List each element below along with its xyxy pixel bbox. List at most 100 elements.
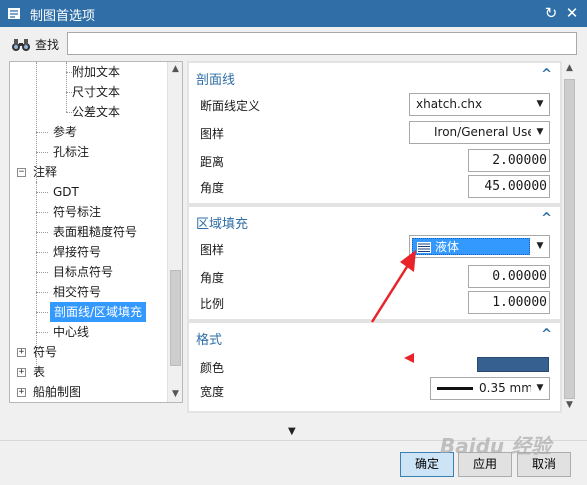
area-fill-pattern-value: 液体 xyxy=(435,240,460,254)
crosshatch-distance-label: 距离 xyxy=(200,155,225,169)
tree-item-symbol-callout[interactable]: 符号标注 xyxy=(53,202,101,222)
crosshatch-pattern-dropdown[interactable]: Iron/General Use ▼ xyxy=(409,121,550,144)
collapse-section-icon[interactable]: ^ xyxy=(541,67,552,82)
crosshatch-pattern-value: Iron/General Use xyxy=(434,125,535,139)
tree-item-table[interactable]: 表 xyxy=(33,362,45,382)
chevron-down-icon: ▼ xyxy=(536,241,544,251)
tree-item-label: 相交符号 xyxy=(53,285,102,299)
format-section-title: 格式 xyxy=(196,333,223,348)
scroll-up-icon[interactable]: ▲ xyxy=(168,62,182,77)
area-fill-scale-label: 比例 xyxy=(200,297,225,311)
liquid-pattern-icon xyxy=(417,242,431,253)
tree-connector xyxy=(36,152,48,153)
expand-icon[interactable]: + xyxy=(17,368,26,377)
collapse-section-icon[interactable]: ^ xyxy=(541,327,552,342)
tree-connector xyxy=(36,292,48,293)
area-fill-angle-input[interactable]: 0.00000 xyxy=(468,265,550,288)
tree-connector xyxy=(36,182,37,332)
tree-item-label: 符号标注 xyxy=(53,205,102,219)
tree-item-label: 公差文本 xyxy=(72,105,121,119)
collapse-icon[interactable]: − xyxy=(17,168,26,177)
crosshatch-angle-label: 角度 xyxy=(200,181,225,195)
tree-item-label: 注释 xyxy=(33,165,58,179)
tree-item-annotation[interactable]: 注释 xyxy=(33,162,57,182)
tree-item-dimension-text[interactable]: 尺寸文本 xyxy=(72,82,120,102)
preferences-tree: 附加文本 尺寸文本 公差文本 参考 孔标注 − 注释 GDT 符号标注 表面粗糙… xyxy=(9,61,183,403)
crosshatch-angle-input[interactable]: 45.00000 xyxy=(468,175,550,198)
line-width-dropdown[interactable]: 0.35 mm ▼ xyxy=(430,377,550,400)
tree-item-gdt[interactable]: GDT xyxy=(53,182,79,202)
collapse-section-icon[interactable]: ^ xyxy=(541,211,552,226)
tree-item-label: 目标点符号 xyxy=(53,265,114,279)
tree-item-target-point[interactable]: 目标点符号 xyxy=(53,262,113,282)
tree-item-label: 船舶制图 xyxy=(33,385,82,399)
area-fill-pattern-dropdown[interactable]: 液体 ▼ xyxy=(409,235,550,258)
crosshatch-section: 剖面线 ^ 断面线定义 xhatch.chx ▼ 图样 Iron/General… xyxy=(189,63,560,203)
tree-connector xyxy=(36,232,48,233)
scroll-up-icon[interactable]: ▲ xyxy=(562,61,577,76)
tree-item-intersection-symbol[interactable]: 相交符号 xyxy=(53,282,101,302)
panel-scroll-thumb[interactable] xyxy=(564,79,575,399)
line-width-value: 0.35 mm xyxy=(479,381,533,395)
panel-scrollbar[interactable]: ▲ ▼ xyxy=(562,61,577,413)
search-label: 查找 xyxy=(35,38,60,52)
reset-icon[interactable]: ↻ xyxy=(542,4,560,22)
expand-icon[interactable]: + xyxy=(17,348,26,357)
apply-button[interactable]: 应用 xyxy=(458,452,512,477)
scroll-down-icon[interactable]: ▼ xyxy=(562,398,577,413)
tree-scrollbar[interactable]: ▲ ▼ xyxy=(167,62,182,402)
tree-item-surface-finish[interactable]: 表面粗糙度符号 xyxy=(53,222,137,242)
tree-item-label: 附加文本 xyxy=(72,65,121,79)
crosshatch-definition-label: 断面线定义 xyxy=(200,99,261,113)
window-title: 制图首选项 xyxy=(30,9,96,24)
tree-connector xyxy=(36,332,48,333)
tree-item-label: 表面粗糙度符号 xyxy=(53,225,138,239)
area-fill-angle-label: 角度 xyxy=(200,271,225,285)
binoculars-icon xyxy=(12,39,30,51)
tree-item-symbol[interactable]: 符号 xyxy=(33,342,57,362)
area-fill-pattern-label: 图样 xyxy=(200,243,225,257)
ok-button[interactable]: 确定 xyxy=(400,452,454,477)
crosshatch-pattern-label: 图样 xyxy=(200,127,225,141)
format-color-label: 颜色 xyxy=(200,361,225,375)
tree-item-label: GDT xyxy=(53,185,79,199)
tree-connector xyxy=(36,132,48,133)
tree-item-additional-text[interactable]: 附加文本 xyxy=(72,62,120,82)
tree-item-label: 表 xyxy=(33,365,46,379)
tree-item-hole-callout[interactable]: 孔标注 xyxy=(53,142,89,162)
crosshatch-definition-value: xhatch.chx xyxy=(416,97,483,111)
tree-item-centerline[interactable]: 中心线 xyxy=(53,322,89,342)
cancel-button[interactable]: 取消 xyxy=(517,452,571,477)
search-input[interactable] xyxy=(67,32,577,55)
preferences-app-icon xyxy=(8,8,20,19)
color-swatch[interactable] xyxy=(477,357,549,372)
chevron-down-icon: ▼ xyxy=(531,378,549,399)
expand-icon[interactable]: + xyxy=(17,388,26,397)
tree-connector xyxy=(36,272,48,273)
chevron-down-icon: ▼ xyxy=(531,94,549,115)
line-width-preview-icon xyxy=(437,387,473,390)
tree-item-crosshatch-area-fill[interactable]: 剖面线/区域填充 xyxy=(50,302,147,322)
settings-panel: 剖面线 ^ 断面线定义 xhatch.chx ▼ 图样 Iron/General… xyxy=(187,61,562,413)
tree-item-weld-symbol[interactable]: 焊接符号 xyxy=(53,242,101,262)
tree-item-tolerance-text[interactable]: 公差文本 xyxy=(72,102,120,122)
tree-scroll-thumb[interactable] xyxy=(170,270,181,366)
title-bar: 制图首选项 ↻ ✕ xyxy=(0,0,587,27)
tree-item-ship-drafting[interactable]: 船舶制图 xyxy=(33,382,81,402)
tree-connector xyxy=(36,252,48,253)
tree-item-label: 焊接符号 xyxy=(53,245,102,259)
crosshatch-definition-dropdown[interactable]: xhatch.chx ▼ xyxy=(409,93,550,116)
area-fill-scale-input[interactable]: 1.00000 xyxy=(468,291,550,314)
tree-item-label: 符号 xyxy=(33,345,58,359)
tree-item-reference[interactable]: 参考 xyxy=(53,122,77,142)
scroll-down-icon[interactable]: ▼ xyxy=(168,387,182,402)
tree-item-label: 参考 xyxy=(53,125,78,139)
area-fill-section-title: 区域填充 xyxy=(196,217,249,232)
tree-connector xyxy=(36,312,48,313)
format-width-label: 宽度 xyxy=(200,385,225,399)
close-icon[interactable]: ✕ xyxy=(563,4,581,22)
crosshatch-distance-input[interactable]: 2.00000 xyxy=(468,149,550,172)
tree-connector xyxy=(36,192,48,193)
chevron-down-icon: ▼ xyxy=(531,122,549,143)
expand-more-icon[interactable]: ▼ xyxy=(288,426,296,437)
